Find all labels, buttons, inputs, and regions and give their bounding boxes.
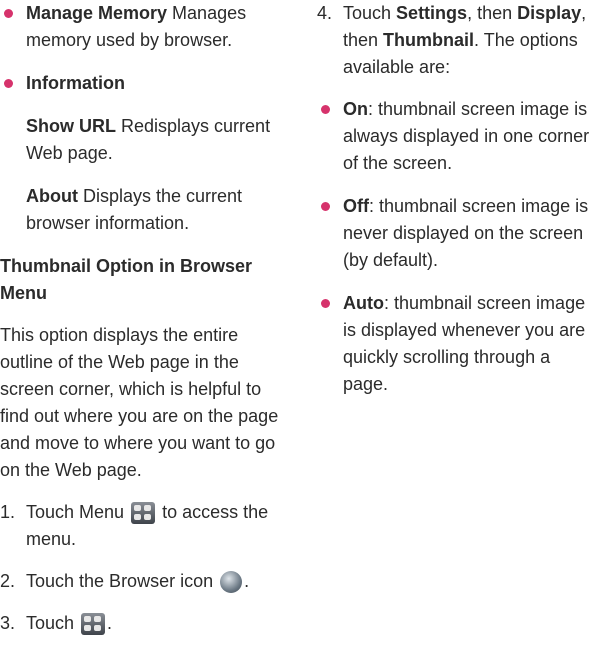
section-heading: Thumbnail Option in Browser Menu <box>0 256 252 303</box>
menu-icon <box>131 502 156 525</box>
term: About <box>26 186 78 206</box>
right-column: 4. Touch Settings, then Display, then Th… <box>317 0 594 414</box>
term: Information <box>26 73 125 93</box>
settings-term: Settings <box>396 3 468 23</box>
step-1: 1. Touch Menu to access the menu. <box>0 499 286 553</box>
bullet-dot <box>4 79 13 88</box>
step-number: 2. <box>0 571 16 591</box>
step-2: 2. Touch the Browser icon . <box>0 568 286 595</box>
step-number: 1. <box>0 502 16 522</box>
step-4: 4. Touch Settings, then Display, then Th… <box>317 0 594 81</box>
about-item: About Displays the current browser infor… <box>0 183 286 237</box>
step-text: Touch <box>343 3 397 23</box>
menu-icon <box>81 613 106 636</box>
term: Auto <box>343 293 384 313</box>
step-text: , then <box>467 3 518 23</box>
off-option: Off: thumbnail screen image is never dis… <box>317 193 594 274</box>
left-column: Manage Memory Manages memory used by bro… <box>0 0 286 652</box>
display-term: Display <box>517 3 582 23</box>
step-text: Touch <box>26 613 80 633</box>
step-text: . <box>107 613 113 633</box>
auto-option: Auto: thumbnail screen image is displaye… <box>317 290 594 398</box>
bullet-dot <box>321 299 330 308</box>
thumbnail-term: Thumbnail <box>383 30 475 50</box>
term: Off <box>343 196 369 216</box>
show-url-item: Show URL Redisplays current Web page. <box>0 113 286 167</box>
term: On <box>343 99 368 119</box>
desc: : thumbnail screen image is never displa… <box>343 196 589 270</box>
information-item: Information <box>0 70 286 97</box>
browser-icon <box>220 571 243 594</box>
bullet-dot <box>321 105 330 114</box>
description-paragraph: This option displays the entire outline … <box>0 325 279 480</box>
manage-memory-item: Manage Memory Manages memory used by bro… <box>0 0 286 54</box>
step-text: Touch the Browser icon <box>26 571 219 591</box>
bullet-dot <box>4 9 13 18</box>
step-text: Touch Menu <box>26 502 130 522</box>
term: Show URL <box>26 116 116 136</box>
step-number: 4. <box>317 3 333 23</box>
step-text: . <box>244 571 250 591</box>
desc: : thumbnail screen image is always displ… <box>343 99 590 173</box>
term: Manage Memory <box>26 3 168 23</box>
manual-page: Manage Memory Manages memory used by bro… <box>0 0 594 636</box>
bullet-dot <box>321 202 330 211</box>
on-option: On: thumbnail screen image is always dis… <box>317 96 594 177</box>
